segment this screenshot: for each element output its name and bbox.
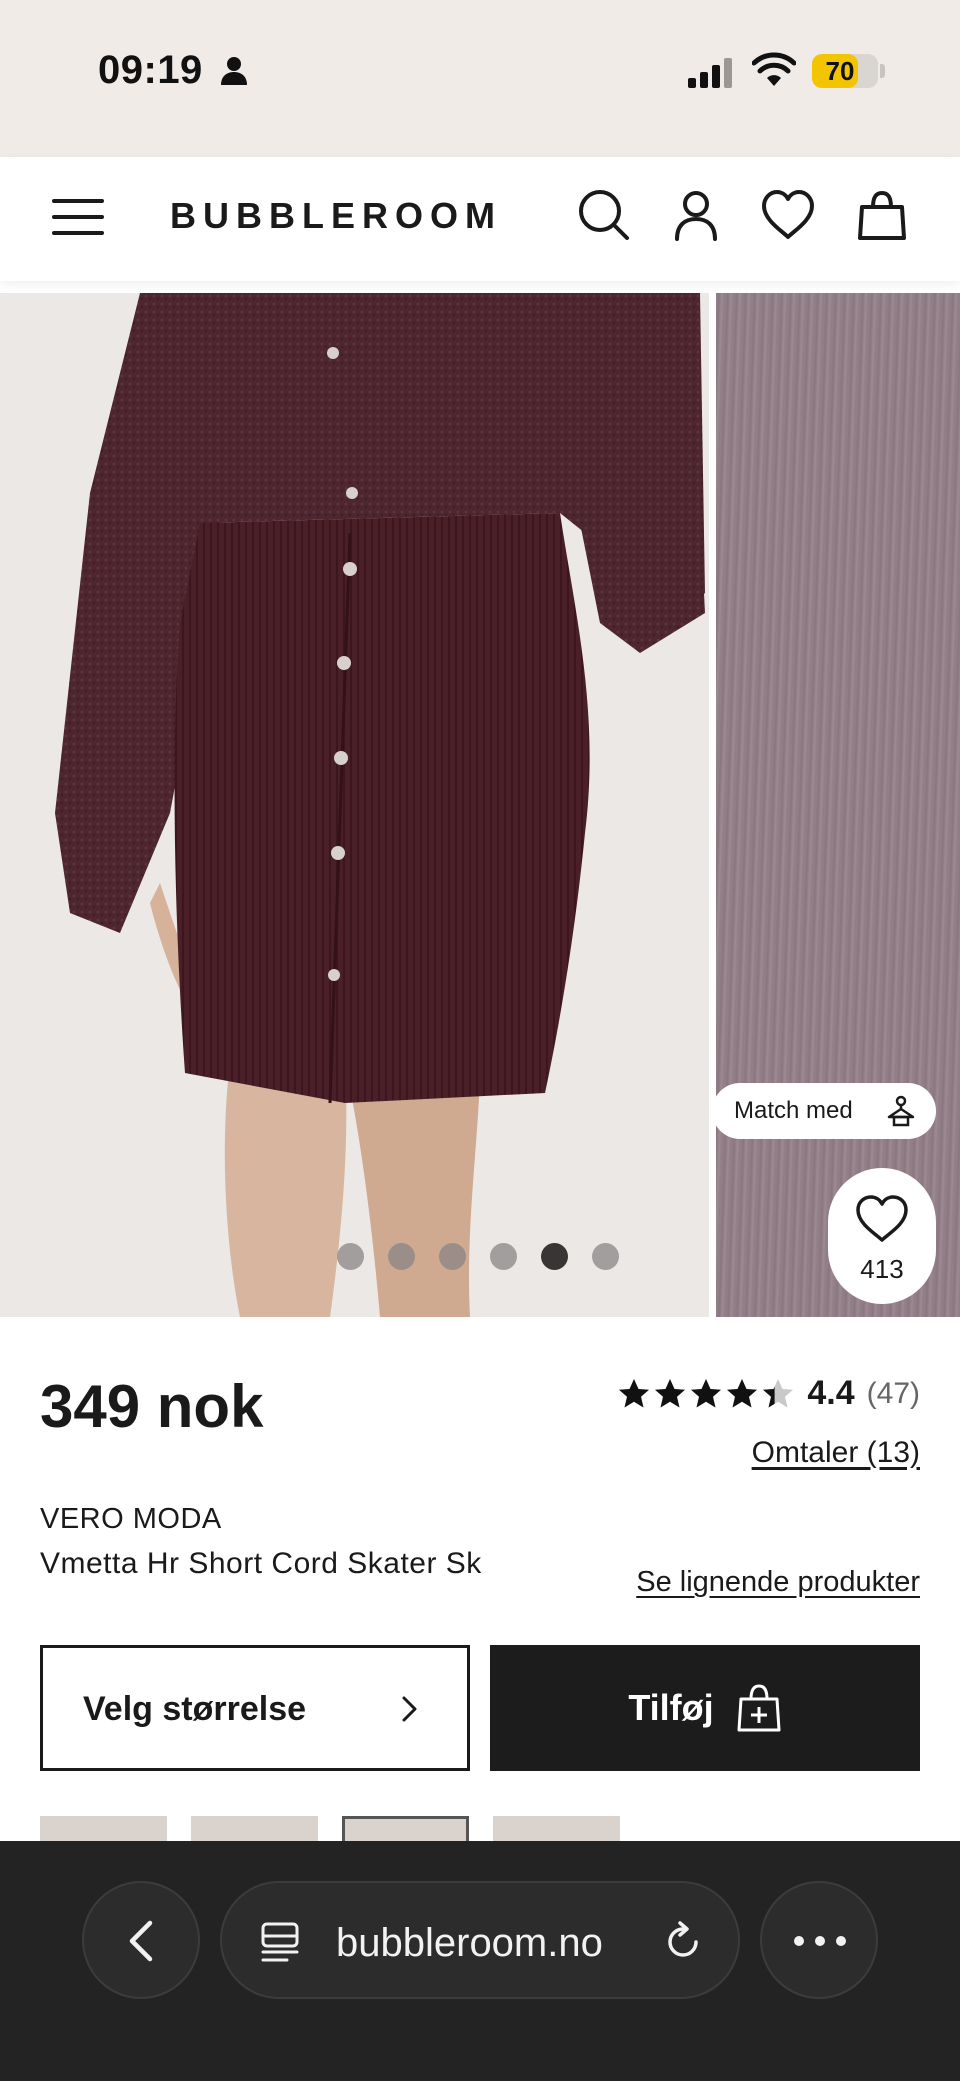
- gallery-dot[interactable]: [541, 1243, 568, 1270]
- gallery-dot[interactable]: [439, 1243, 466, 1270]
- product-brand[interactable]: VERO MODA: [40, 1503, 222, 1536]
- gallery-dot[interactable]: [592, 1243, 619, 1270]
- product-rating[interactable]: 4.4 (47): [617, 1374, 920, 1413]
- product-name: Vmetta Hr Short Cord Skater Sk: [40, 1547, 482, 1580]
- shopping-bag-icon[interactable]: [854, 187, 910, 243]
- favorite-button[interactable]: 413: [828, 1168, 936, 1304]
- person-icon: [221, 57, 247, 85]
- url-text: bubbleroom.no: [336, 1921, 603, 1965]
- product-price: 349 nok: [40, 1373, 264, 1440]
- reviews-link[interactable]: Omtaler (13): [752, 1436, 920, 1470]
- rating-stars: [617, 1377, 795, 1411]
- page-menu-icon: [261, 1922, 299, 1962]
- product-photo-illustration: [55, 293, 705, 1317]
- gallery-dot[interactable]: [388, 1243, 415, 1270]
- star-icon: [619, 1378, 650, 1407]
- star-icon: [727, 1378, 758, 1407]
- ellipsis-icon: [794, 1936, 846, 1946]
- gallery-pagination: [337, 1243, 619, 1270]
- add-to-bag-icon: [737, 1684, 781, 1732]
- account-icon[interactable]: [668, 187, 724, 243]
- add-to-cart-label: Tilføj: [628, 1687, 714, 1728]
- wifi-icon: [752, 52, 796, 86]
- star-icon: [655, 1378, 686, 1407]
- hanger-icon: [887, 1095, 915, 1127]
- browser-toolbar: bubbleroom.no: [0, 1841, 960, 2081]
- star-icon: [763, 1378, 794, 1407]
- heart-icon: [856, 1195, 908, 1242]
- battery-icon: 70: [812, 54, 878, 88]
- reload-icon[interactable]: [662, 1921, 704, 1963]
- battery-tip: [880, 64, 885, 78]
- menu-icon[interactable]: [52, 195, 106, 239]
- select-size-button[interactable]: Velg størrelse: [40, 1645, 470, 1771]
- status-time: 09:19: [98, 48, 203, 92]
- cellular-signal-icon: [688, 58, 732, 88]
- status-bar: 09:19 70: [0, 0, 960, 157]
- address-bar[interactable]: bubbleroom.no: [220, 1881, 740, 1999]
- battery-level: 70: [825, 56, 855, 86]
- select-size-label: Velg størrelse: [83, 1690, 307, 1728]
- product-image[interactable]: [0, 293, 709, 1317]
- similar-products-link[interactable]: Se lignende produkter: [636, 1566, 920, 1599]
- search-icon[interactable]: [576, 187, 632, 243]
- add-to-cart-button[interactable]: Tilføj: [490, 1645, 920, 1771]
- brand-logo[interactable]: BUBBLEROOM: [170, 195, 502, 237]
- next-product-image[interactable]: [716, 293, 960, 1317]
- match-with-button[interactable]: Match med: [712, 1083, 936, 1139]
- more-options-button[interactable]: [760, 1881, 878, 1999]
- rating-count: (47): [866, 1376, 920, 1410]
- favorite-count: 413: [860, 1254, 904, 1284]
- chevron-right-icon: [402, 1696, 417, 1722]
- chevron-left-icon: [129, 1920, 153, 1962]
- rating-value: 4.4: [807, 1374, 855, 1412]
- site-header: BUBBLEROOM: [0, 157, 960, 281]
- wishlist-heart-icon[interactable]: [760, 187, 816, 243]
- gallery-dot[interactable]: [337, 1243, 364, 1270]
- product-gallery[interactable]: [0, 293, 960, 1317]
- gallery-dot[interactable]: [490, 1243, 517, 1270]
- back-button[interactable]: [82, 1881, 200, 1999]
- match-label: Match med: [734, 1097, 853, 1124]
- star-icon: [691, 1378, 722, 1407]
